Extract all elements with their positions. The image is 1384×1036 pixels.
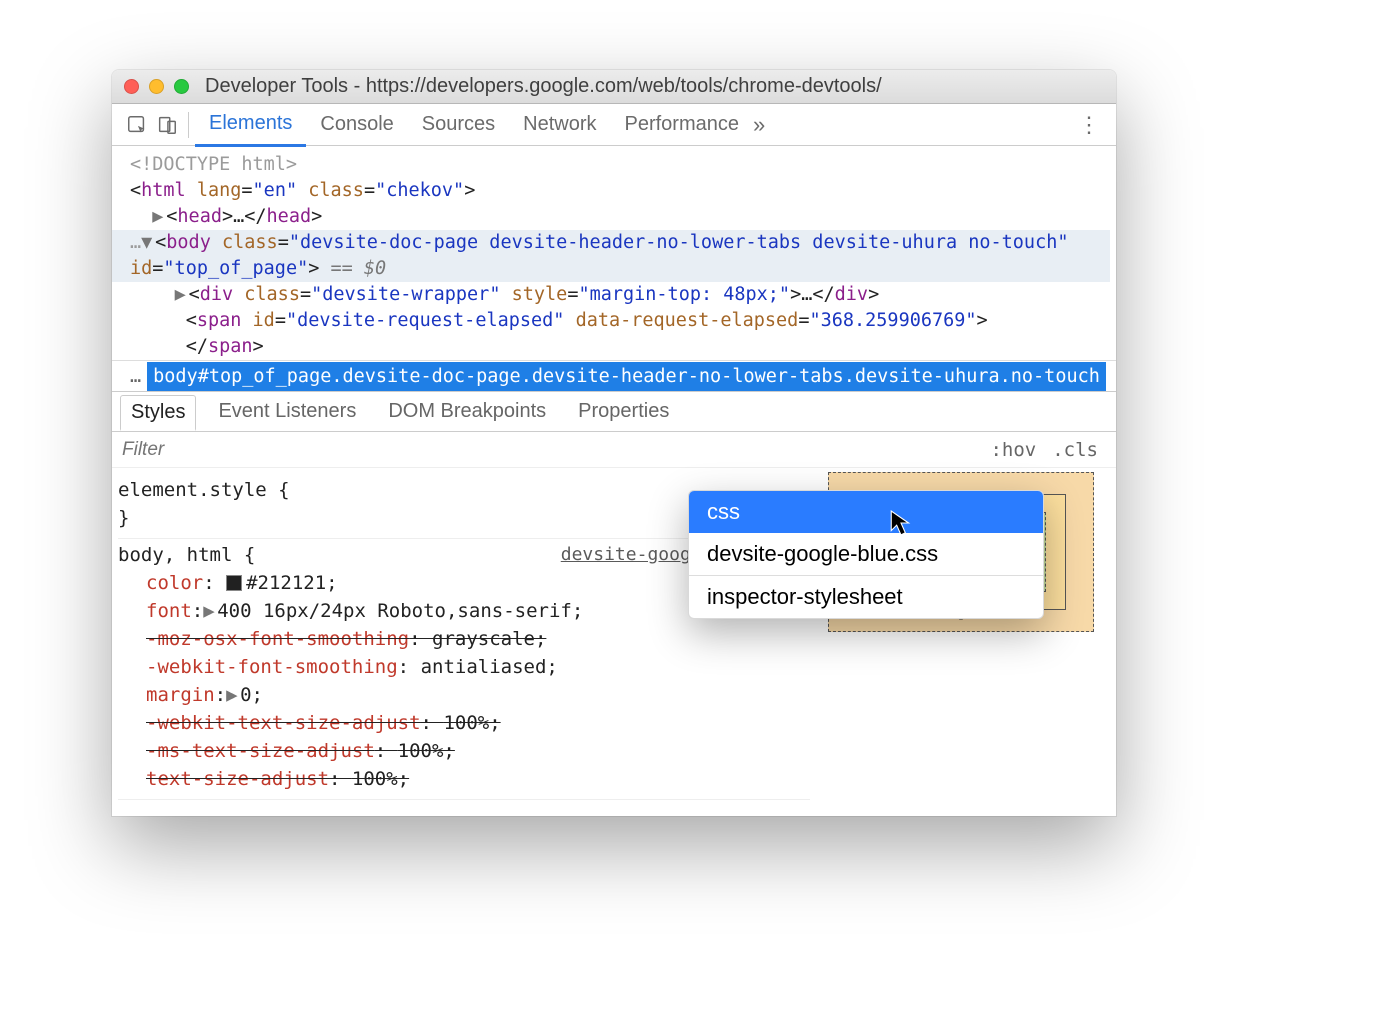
tab-performance[interactable]: Performance — [611, 104, 754, 145]
menu-item-devsite-blue[interactable]: devsite-google-blue.css — [689, 533, 1043, 575]
subtab-event-listeners[interactable]: Event Listeners — [208, 395, 366, 428]
minimize-window-button[interactable] — [149, 79, 164, 94]
stylesheet-context-menu[interactable]: css devsite-google-blue.css inspector-st… — [688, 490, 1044, 619]
styles-filter-input[interactable] — [122, 439, 369, 461]
panel-tabs: Elements Console Sources Network Perform… — [112, 104, 1116, 146]
menu-item-inspector-stylesheet[interactable]: inspector-stylesheet — [689, 575, 1043, 618]
divider — [188, 112, 189, 138]
css-prop-moz-smoothing[interactable]: -moz-osx-font-smoothing: grayscale; — [146, 625, 810, 653]
device-toolbar-icon[interactable] — [152, 110, 182, 140]
styles-filter-bar: :hov .cls — [112, 432, 1116, 468]
menu-item-css[interactable]: css — [689, 491, 1043, 533]
css-prop-webkit-smoothing[interactable]: -webkit-font-smoothing: antialiased; — [146, 653, 810, 681]
tab-sources[interactable]: Sources — [408, 104, 509, 145]
inspect-element-icon[interactable] — [122, 110, 152, 140]
tab-elements[interactable]: Elements — [195, 103, 306, 147]
hov-toggle[interactable]: :hov — [982, 439, 1044, 461]
head-node[interactable]: ▶<head>…</head> — [130, 204, 1110, 230]
breadcrumb-overflow[interactable]: … — [124, 366, 147, 387]
tab-console[interactable]: Console — [306, 104, 407, 145]
tab-network[interactable]: Network — [509, 104, 610, 145]
css-prop-ms-text-size[interactable]: -ms-text-size-adjust: 100%; — [146, 737, 810, 765]
css-prop-text-size[interactable]: text-size-adjust: 100%; — [146, 765, 810, 793]
subtab-styles[interactable]: Styles — [120, 395, 196, 431]
breadcrumb-selected[interactable]: body#top_of_page.devsite-doc-page.devsit… — [147, 362, 1106, 391]
cls-toggle[interactable]: .cls — [1044, 439, 1106, 461]
title-bar: Developer Tools - https://developers.goo… — [112, 70, 1116, 104]
zoom-window-button[interactable] — [174, 79, 189, 94]
mouse-cursor-icon — [890, 510, 912, 536]
css-prop-margin[interactable]: margin:▶0; — [146, 681, 810, 709]
subtab-dom-breakpoints[interactable]: DOM Breakpoints — [378, 395, 556, 428]
traffic-lights — [124, 79, 189, 94]
div-wrapper-node[interactable]: ▶<div class="devsite-wrapper" style="mar… — [130, 282, 1110, 308]
doctype-node[interactable]: <!DOCTYPE html> — [130, 152, 1110, 178]
color-swatch-icon[interactable] — [226, 575, 242, 591]
devtools-window: Developer Tools - https://developers.goo… — [112, 70, 1116, 816]
settings-menu-icon[interactable]: ⋮ — [1072, 112, 1106, 138]
dom-tree[interactable]: <!DOCTYPE html> <html lang="en" class="c… — [112, 146, 1116, 360]
styles-subtabs: Styles Event Listeners DOM Breakpoints P… — [112, 392, 1116, 432]
close-window-button[interactable] — [124, 79, 139, 94]
tabs-overflow-icon[interactable]: » — [753, 112, 765, 138]
html-node[interactable]: <html lang="en" class="chekov"> — [130, 178, 1110, 204]
css-prop-webkit-text-size[interactable]: -webkit-text-size-adjust: 100%; — [146, 709, 810, 737]
span-close-node[interactable]: </span> — [130, 334, 1110, 360]
subtab-properties[interactable]: Properties — [568, 395, 679, 428]
span-elapsed-node[interactable]: <span id="devsite-request-elapsed" data-… — [130, 308, 1110, 334]
body-node-selected[interactable]: …▼<body class="devsite-doc-page devsite-… — [112, 230, 1110, 282]
window-title: Developer Tools - https://developers.goo… — [205, 75, 882, 98]
dom-breadcrumb[interactable]: … body#top_of_page.devsite-doc-page.devs… — [112, 360, 1116, 392]
